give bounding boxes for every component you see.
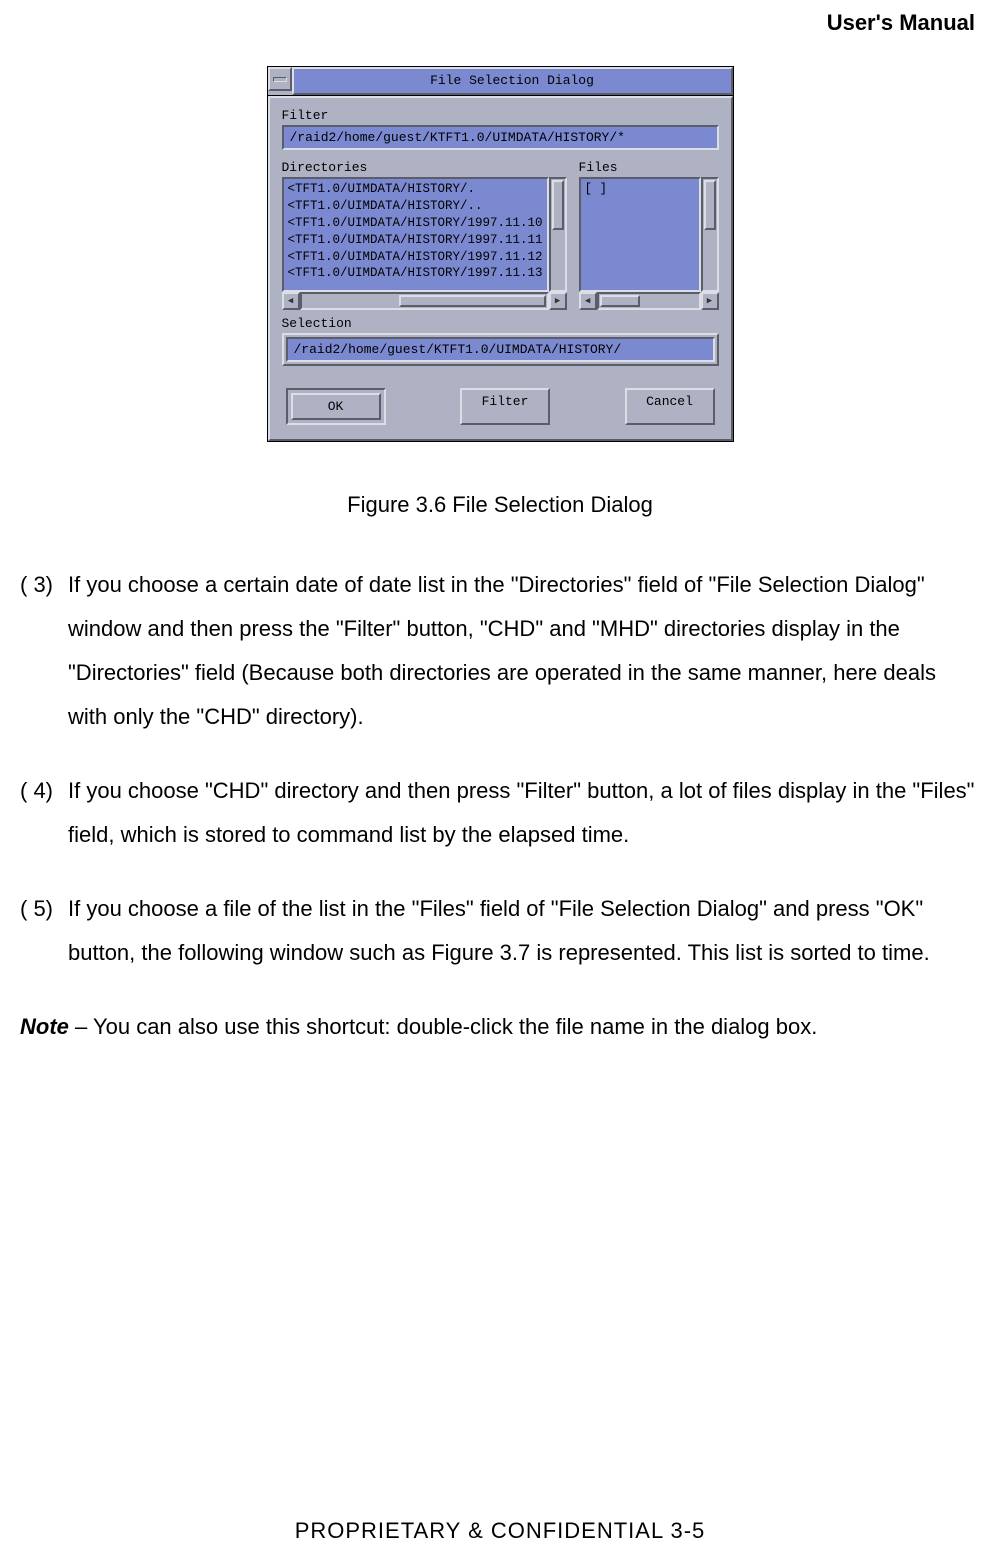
ok-button[interactable]: OK [291,393,381,420]
scroll-right-icon[interactable]: ▶ [701,292,719,310]
scroll-left-icon[interactable]: ◀ [282,292,300,310]
note-paragraph: Note – You can also use this shortcut: d… [20,1005,980,1049]
filter-button[interactable]: Filter [460,388,550,425]
directories-listbox[interactable]: <TFT1.0/UIMDATA/HISTORY/. <TFT1.0/UIMDAT… [282,177,549,292]
list-item[interactable]: <TFT1.0/UIMDATA/HISTORY/1997.11.13 [288,265,543,282]
dialog-title-bar: File Selection Dialog [268,67,733,96]
note-text: – You can also use this shortcut: double… [69,1014,817,1039]
item-number: ( 4) [20,769,68,857]
list-item[interactable]: [ ] [585,181,695,198]
directories-label: Directories [282,160,567,175]
system-menu-icon[interactable] [268,67,292,91]
cancel-button[interactable]: Cancel [625,388,715,425]
files-listbox[interactable]: [ ] [579,177,701,292]
directories-vscrollbar[interactable] [549,177,567,292]
paragraph-text: If you choose a file of the list in the … [68,887,980,975]
selection-label: Selection [282,316,719,331]
selection-input[interactable]: /raid2/home/guest/KTFT1.0/UIMDATA/HISTOR… [286,337,715,362]
list-item[interactable]: <TFT1.0/UIMDATA/HISTORY/. [288,181,543,198]
filter-input[interactable]: /raid2/home/guest/KTFT1.0/UIMDATA/HISTOR… [282,125,719,150]
page-footer: PROPRIETARY & CONFIDENTIAL 3-5 [0,1518,1000,1544]
figure-caption: Figure 3.6 File Selection Dialog [20,492,980,518]
files-label: Files [579,160,719,175]
list-item[interactable]: <TFT1.0/UIMDATA/HISTORY/.. [288,198,543,215]
item-number: ( 3) [20,563,68,739]
files-vscrollbar[interactable] [701,177,719,292]
note-label: Note [20,1014,69,1039]
paragraph-text: If you choose "CHD" directory and then p… [68,769,980,857]
page-header: User's Manual [20,10,980,36]
item-number: ( 5) [20,887,68,975]
list-item[interactable]: <TFT1.0/UIMDATA/HISTORY/1997.11.12 [288,249,543,266]
scroll-right-icon[interactable]: ▶ [549,292,567,310]
dialog-title: File Selection Dialog [292,67,733,95]
scroll-left-icon[interactable]: ◀ [579,292,597,310]
paragraph-text: If you choose a certain date of date lis… [68,563,980,739]
files-hscrollbar[interactable]: ◀ ▶ [579,292,719,310]
directories-hscrollbar[interactable]: ◀ ▶ [282,292,567,310]
list-item[interactable]: <TFT1.0/UIMDATA/HISTORY/1997.11.10 [288,215,543,232]
list-item[interactable]: <TFT1.0/UIMDATA/HISTORY/1997.11.11 [288,232,543,249]
file-selection-dialog: File Selection Dialog Filter /raid2/home… [267,66,734,442]
filter-label: Filter [282,108,719,123]
